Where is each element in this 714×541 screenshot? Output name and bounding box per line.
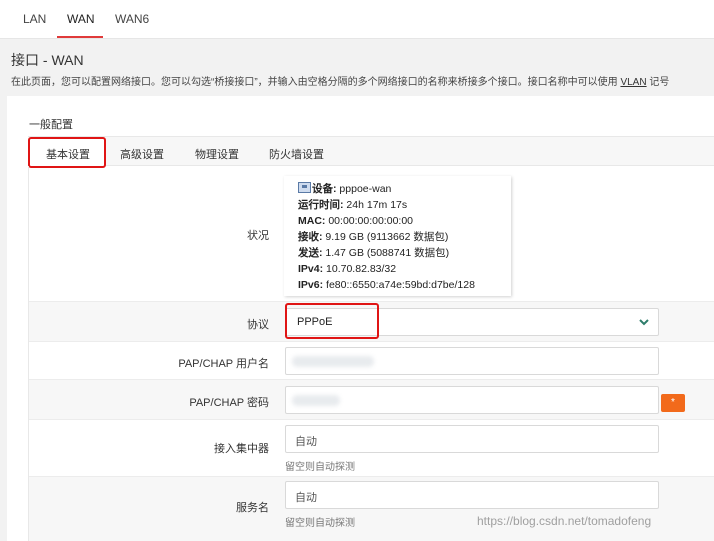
description-text: 在此页面，您可以配置网络接口。您可以勾选“桥接接口”，并输入由空格分隔的多个网络… <box>11 77 618 88</box>
ipv4-value: 10.70.82.83/32 <box>326 263 397 275</box>
ipv6-value: fe80::6550:a74e:59bd:d7be/128 <box>326 279 475 291</box>
active-tab-indicator <box>57 36 103 38</box>
redacted-username <box>292 356 374 367</box>
tab-lan[interactable]: LAN <box>23 12 46 26</box>
watermark: https://blog.csdn.net/tomadofeng <box>477 514 652 528</box>
protocol-label: 协议 <box>247 319 269 331</box>
status-panel: 设备: pppoe-wan 运行时间: 24h 17m 17s MAC: 00:… <box>284 176 511 296</box>
service-placeholder: 自动 <box>295 492 317 504</box>
section-label: 一般配置 <box>29 119 73 131</box>
protocol-highlight <box>285 303 379 339</box>
uptime-value: 24h 17m 17s <box>346 199 408 211</box>
tx-value: 1.47 GB (5088741 数据包) <box>325 247 450 259</box>
chevron-down-icon <box>639 319 649 326</box>
service-label: 服务名 <box>236 502 269 514</box>
status-row: 状况 设备: pppoe-wan 运行时间: 24h 17m 17s MAC: … <box>29 166 714 302</box>
protocol-row: 协议 PPPoE <box>29 302 714 342</box>
ipv4-label: IPv4: <box>298 263 324 275</box>
ac-label: 接入集中器 <box>214 443 269 455</box>
username-input[interactable] <box>285 347 659 375</box>
description-suffix: 记号 <box>649 77 670 88</box>
config-subtabs: 基本设置 高级设置 物理设置 防火墙设置 <box>28 136 714 168</box>
subtab-physical[interactable]: 物理设置 <box>195 146 239 162</box>
subtab-firewall[interactable]: 防火墙设置 <box>269 146 324 162</box>
rx-label: 接收: <box>298 231 323 243</box>
device-label: 设备: <box>312 183 337 195</box>
reveal-password-button[interactable]: * <box>661 394 685 412</box>
tab-wan[interactable]: WAN <box>67 12 95 26</box>
service-input[interactable]: 自动 <box>285 481 659 509</box>
ac-placeholder: 自动 <box>295 436 317 448</box>
interface-config-card: 一般配置 基本设置 高级设置 物理设置 防火墙设置 状况 设备: pppoe-w… <box>7 96 714 541</box>
subtab-basic[interactable]: 基本设置 <box>46 146 90 162</box>
tx-label: 发送: <box>298 247 323 259</box>
ac-hint: 留空则自动探测 <box>285 462 355 473</box>
form-area: 状况 设备: pppoe-wan 运行时间: 24h 17m 17s MAC: … <box>28 166 714 541</box>
page-description: 在此页面，您可以配置网络接口。您可以勾选“桥接接口”，并输入由空格分隔的多个网络… <box>11 73 669 88</box>
top-tab-bar: LAN WAN WAN6 <box>0 0 714 39</box>
mac-value: 00:00:00:00:00:00 <box>328 215 414 227</box>
username-row: PAP/CHAP 用户名 <box>29 342 714 380</box>
subtab-advanced[interactable]: 高级设置 <box>120 146 164 162</box>
mac-label: MAC: <box>298 215 326 227</box>
tab-wan6[interactable]: WAN6 <box>115 12 149 26</box>
ac-row: 接入集中器 自动 留空则自动探测 <box>29 420 714 477</box>
rx-value: 9.19 GB (9113662 数据包) <box>325 231 449 243</box>
vlan-link[interactable]: VLAN <box>620 77 646 88</box>
page-title: 接口 - WAN <box>11 52 84 68</box>
username-label: PAP/CHAP 用户名 <box>178 358 269 370</box>
password-label: PAP/CHAP 密码 <box>189 397 269 409</box>
ac-input[interactable]: 自动 <box>285 425 659 453</box>
service-hint: 留空则自动探测 <box>285 518 355 529</box>
service-row: 服务名 自动 留空则自动探测 <box>29 477 714 541</box>
network-device-icon <box>298 182 311 193</box>
password-input[interactable] <box>285 386 659 414</box>
status-label: 状况 <box>247 230 269 242</box>
password-row: PAP/CHAP 密码 * <box>29 380 714 420</box>
device-value: pppoe-wan <box>339 183 392 195</box>
ipv6-label: IPv6: <box>298 279 324 291</box>
uptime-label: 运行时间: <box>298 199 344 211</box>
redacted-password <box>292 395 340 406</box>
